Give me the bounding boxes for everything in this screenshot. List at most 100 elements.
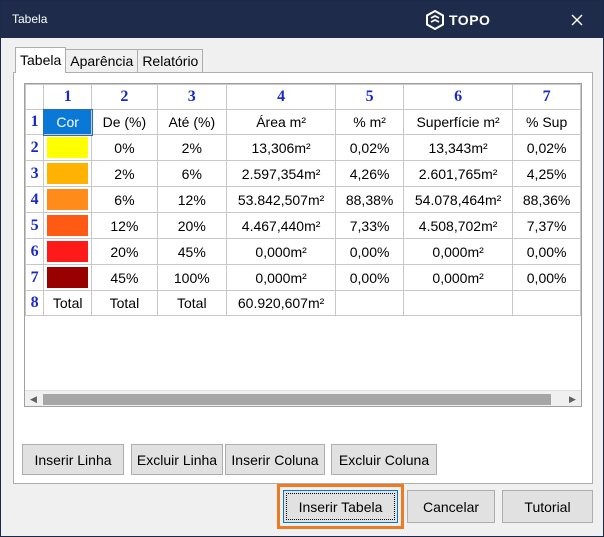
color-swatch-cell[interactable]: [43, 186, 93, 213]
grid-cell[interactable]: 2.601,765m²: [402, 160, 514, 187]
data-grid[interactable]: 1 2 3 4 5 6 7 1 Cor De (%) Até (%) Área m²% m² Super…: [24, 83, 582, 407]
grid-cell[interactable]: 45%: [156, 238, 227, 265]
delete-row-button[interactable]: Excluir Linha: [131, 444, 223, 475]
grid-cell[interactable]: 4,25%: [512, 160, 581, 187]
grid-cell[interactable]: 12%: [156, 186, 227, 213]
row-header[interactable]: 2: [25, 134, 45, 161]
grid-cell[interactable]: 7,33%: [335, 212, 404, 239]
grid-cell[interactable]: 12%: [91, 212, 158, 239]
column-header[interactable]: 4: [225, 84, 337, 110]
grid-cell[interactable]: 88,36%: [512, 186, 581, 213]
row-header[interactable]: 3: [25, 160, 45, 187]
grid-cell[interactable]: [512, 290, 581, 316]
grid-cell[interactable]: [402, 290, 514, 316]
grid-cell[interactable]: Até (%): [156, 109, 227, 135]
column-header[interactable]: 3: [156, 84, 227, 110]
scrollbar-thumb[interactable]: [43, 394, 551, 405]
grid-cell[interactable]: 7,37%: [512, 212, 581, 239]
tab-aparencia[interactable]: Aparência: [65, 49, 139, 73]
tutorial-button[interactable]: Tutorial: [502, 490, 593, 523]
color-swatch: [47, 215, 89, 236]
color-swatch: [47, 163, 89, 184]
grid-cell[interactable]: 60.920,607m²: [225, 290, 337, 316]
row-header[interactable]: 1: [25, 109, 45, 135]
grid-cell[interactable]: 0,000m²: [402, 238, 514, 265]
grid-cell[interactable]: 0,00%: [335, 238, 404, 265]
grid-cell[interactable]: Total: [91, 290, 158, 316]
column-header[interactable]: 2: [91, 84, 158, 110]
insert-row-button[interactable]: Inserir Linha: [22, 444, 124, 475]
grid-cell[interactable]: [335, 290, 404, 316]
grid-cell[interactable]: 0,02%: [335, 134, 404, 161]
grid-cell[interactable]: 0,00%: [335, 264, 404, 291]
logo-text: TOPO: [449, 12, 491, 28]
row-header[interactable]: 8: [25, 290, 45, 316]
grid-cell[interactable]: 2.597,354m²: [225, 160, 337, 187]
scroll-left-icon[interactable]: ◀: [25, 391, 42, 406]
grid-cell[interactable]: % m²: [335, 109, 404, 135]
grid-cell[interactable]: 6%: [91, 186, 158, 213]
grid-cell[interactable]: 13,343m²: [402, 134, 514, 161]
table-row: 5 12% 20% 4.467,440m² 7,33% 4.508,702m² 7,37%: [25, 212, 581, 239]
color-swatch: [47, 241, 89, 262]
table-row: 6 20% 45% 0,000m² 0,00% 0,000m² 0,00%: [25, 238, 581, 265]
horizontal-scrollbar[interactable]: ◀ ▶: [25, 390, 581, 406]
grid-cell[interactable]: Cor: [42, 108, 93, 136]
grid-corner-cell: [25, 84, 45, 110]
grid-cell[interactable]: 0,000m²: [402, 264, 514, 291]
column-header[interactable]: 1: [43, 84, 93, 110]
scroll-right-icon[interactable]: ▶: [564, 391, 581, 406]
column-header[interactable]: 5: [335, 84, 404, 110]
title-bar[interactable]: Tabela TOPO: [1, 1, 603, 38]
grid-cell[interactable]: 2%: [156, 134, 227, 161]
color-swatch-cell[interactable]: [43, 160, 93, 187]
grid-cell[interactable]: 0,000m²: [225, 238, 337, 265]
grid-cell[interactable]: 88,38%: [335, 186, 404, 213]
grid-cell[interactable]: Total: [43, 290, 93, 316]
grid-cell[interactable]: 20%: [91, 238, 158, 265]
grid-cell[interactable]: 54.078,464m²: [402, 186, 514, 213]
grid-cell[interactable]: Superfície m²: [402, 109, 514, 135]
total-row: 8 Total Total Total 60.920,607m²: [25, 290, 581, 316]
row-header[interactable]: 4: [25, 186, 45, 213]
color-swatch: [47, 137, 89, 158]
window-title: Tabela: [12, 12, 48, 26]
grid-cell[interactable]: 0,000m²: [225, 264, 337, 291]
grid-cell[interactable]: 0%: [91, 134, 158, 161]
insert-column-button[interactable]: Inserir Coluna: [225, 444, 325, 475]
topo-logo: TOPO: [425, 9, 490, 31]
grid-cell[interactable]: 6%: [156, 160, 227, 187]
grid-cell[interactable]: 53.842,507m²: [225, 186, 337, 213]
color-swatch: [47, 267, 89, 288]
row-header[interactable]: 7: [25, 264, 45, 291]
row-header[interactable]: 6: [25, 238, 45, 265]
close-icon[interactable]: [566, 9, 588, 31]
grid-cell[interactable]: % Sup: [512, 109, 581, 135]
tab-relatorio[interactable]: Relatório: [137, 49, 204, 73]
grid-cell[interactable]: 2%: [91, 160, 158, 187]
grid-cell[interactable]: 0,00%: [512, 264, 581, 291]
grid-cell[interactable]: 100%: [156, 264, 227, 291]
grid-cell[interactable]: Total: [156, 290, 227, 316]
delete-column-button[interactable]: Excluir Coluna: [331, 444, 437, 475]
grid-cell[interactable]: 0,02%: [512, 134, 581, 161]
grid-cell[interactable]: 45%: [91, 264, 158, 291]
color-swatch-cell[interactable]: [43, 264, 93, 291]
grid-cell[interactable]: 4.508,702m²: [402, 212, 514, 239]
grid-cell[interactable]: 4,26%: [335, 160, 404, 187]
grid-cell[interactable]: 0,00%: [512, 238, 581, 265]
column-header[interactable]: 6: [402, 84, 514, 110]
color-swatch-cell[interactable]: [43, 212, 93, 239]
color-swatch-cell[interactable]: [43, 238, 93, 265]
grid-cell[interactable]: Área m²: [225, 109, 337, 135]
grid-cell[interactable]: 13,306m²: [225, 134, 337, 161]
insert-table-button[interactable]: Inserir Tabela: [283, 490, 398, 523]
grid-cell[interactable]: 20%: [156, 212, 227, 239]
cancel-button[interactable]: Cancelar: [407, 490, 495, 523]
row-header[interactable]: 5: [25, 212, 45, 239]
tab-tabela[interactable]: Tabela: [15, 47, 67, 73]
grid-cell[interactable]: De (%): [91, 109, 158, 135]
grid-cell[interactable]: 4.467,440m²: [225, 212, 337, 239]
column-header[interactable]: 7: [512, 84, 581, 110]
color-swatch-cell[interactable]: [43, 134, 93, 161]
